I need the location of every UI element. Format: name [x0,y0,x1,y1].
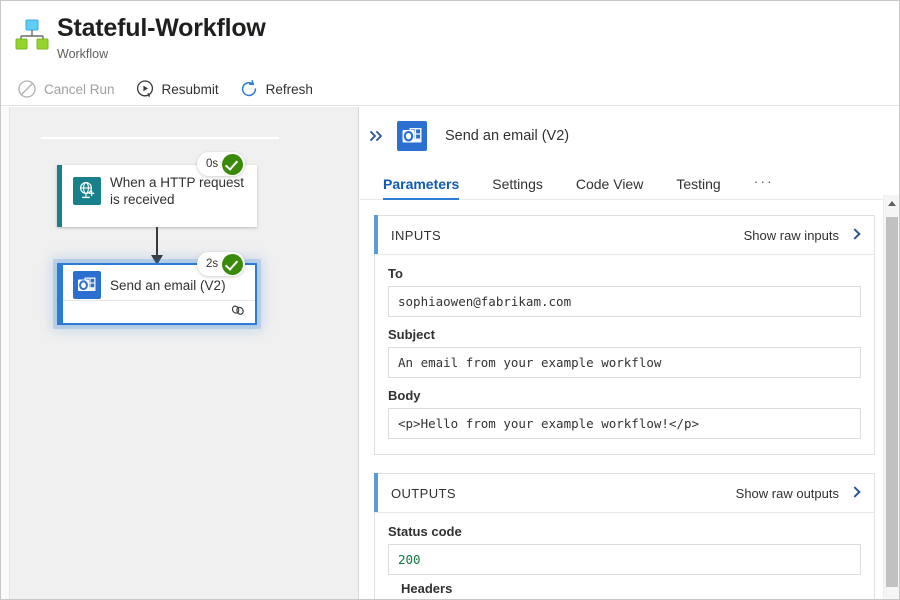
workflow-hierarchy-icon [15,17,49,51]
outputs-title: OUTPUTS [391,486,456,501]
node-duration: 2s [206,258,218,270]
connector-arrow [156,227,158,263]
page-title: Stateful-Workflow [57,13,266,43]
panel-vertical-scrollbar[interactable] [883,195,899,600]
success-check-icon [222,154,243,175]
refresh-button[interactable]: Refresh [237,74,321,104]
link-chain-icon[interactable] [230,302,246,323]
outputs-section: OUTPUTS Show raw outputs Status code 200… [374,473,875,600]
http-request-globe-icon [73,177,101,205]
inputs-title: INPUTS [391,228,441,243]
success-check-icon [222,254,243,275]
tab-testing[interactable]: Testing [676,176,720,199]
cancel-run-label: Cancel Run [44,82,115,97]
show-raw-outputs-label: Show raw outputs [736,486,839,501]
node-label: Send an email (V2) [110,277,226,294]
tab-parameters[interactable]: Parameters [383,176,459,199]
headers-label: Headers [388,581,861,596]
panel-node-title: Send an email (V2) [445,128,569,144]
resubmit-play-circle-icon [135,79,155,99]
field-label: Status code [388,524,861,539]
node-duration: 0s [206,158,218,170]
node-status-pill-action: 2s [197,252,245,276]
page-header: Stateful-Workflow Workflow Cancel Run [1,1,899,107]
panel-tabs: Parameters Settings Code View Testing ··… [360,163,899,200]
subject-value[interactable]: An email from your example workflow [388,347,861,378]
tab-code-view[interactable]: Code View [576,176,643,199]
outlook-icon [397,121,427,151]
panel-header: Send an email (V2) [360,107,899,151]
field-label: To [388,266,861,281]
action-details-panel: Send an email (V2) Parameters Settings C… [360,107,899,600]
field-label: Body [388,388,861,403]
cancel-circle-slash-icon [17,79,37,99]
resubmit-label: Resubmit [162,82,219,97]
show-raw-outputs-button[interactable]: Show raw outputs [736,486,862,501]
command-bar: Cancel Run Resubmit [1,73,899,106]
node-footer [63,300,255,323]
title-block: Stateful-Workflow Workflow [57,13,266,62]
body-value[interactable]: <p>Hello from your example workflow!</p> [388,408,861,439]
expand-chevrons-right-icon[interactable] [366,125,388,147]
show-raw-inputs-label: Show raw inputs [744,228,839,243]
workflow-run-details-window: Stateful-Workflow Workflow Cancel Run [0,0,900,600]
page-subtitle: Workflow [57,46,266,62]
inputs-section: INPUTS Show raw inputs To sophiaowen@fab… [374,215,875,455]
tab-overflow-menu[interactable]: ··· [754,173,774,199]
node-label: When a HTTP request is received [110,174,247,208]
canvas-left-strip [1,107,10,600]
canvas-top-divider [41,137,279,139]
refresh-label: Refresh [266,82,313,97]
field-subject: Subject An email from your example workf… [388,327,861,378]
outputs-section-header: OUTPUTS Show raw outputs [375,474,874,513]
node-accent-bar [57,165,62,227]
resubmit-button[interactable]: Resubmit [133,74,227,104]
tab-settings[interactable]: Settings [492,176,543,199]
show-raw-inputs-button[interactable]: Show raw inputs [744,228,862,243]
chevron-right-icon [848,486,862,500]
scroll-up-arrow-icon[interactable] [884,195,899,212]
field-status-code: Status code 200 [388,524,861,575]
scrollbar-thumb[interactable] [886,217,898,587]
field-label: Subject [388,327,861,342]
inputs-section-header: INPUTS Show raw inputs [375,216,874,255]
to-value[interactable]: sophiaowen@fabrikam.com [388,286,861,317]
node-status-pill-trigger: 0s [197,152,245,176]
panel-content-scroll-area: INPUTS Show raw inputs To sophiaowen@fab… [360,201,875,600]
outlook-icon [73,271,101,299]
refresh-circular-arrow-icon [239,79,259,99]
status-code-value[interactable]: 200 [388,544,861,575]
field-to: To sophiaowen@fabrikam.com [388,266,861,317]
cancel-run-button[interactable]: Cancel Run [15,74,123,104]
inputs-section-body: To sophiaowen@fabrikam.com Subject An em… [375,255,874,454]
chevron-right-icon [848,228,862,242]
field-body: Body <p>Hello from your example workflow… [388,388,861,439]
outputs-section-body: Status code 200 Headers [375,513,874,600]
title-row: Stateful-Workflow Workflow [15,13,266,62]
workflow-designer-canvas[interactable]: When a HTTP request is received 0s [1,107,359,600]
